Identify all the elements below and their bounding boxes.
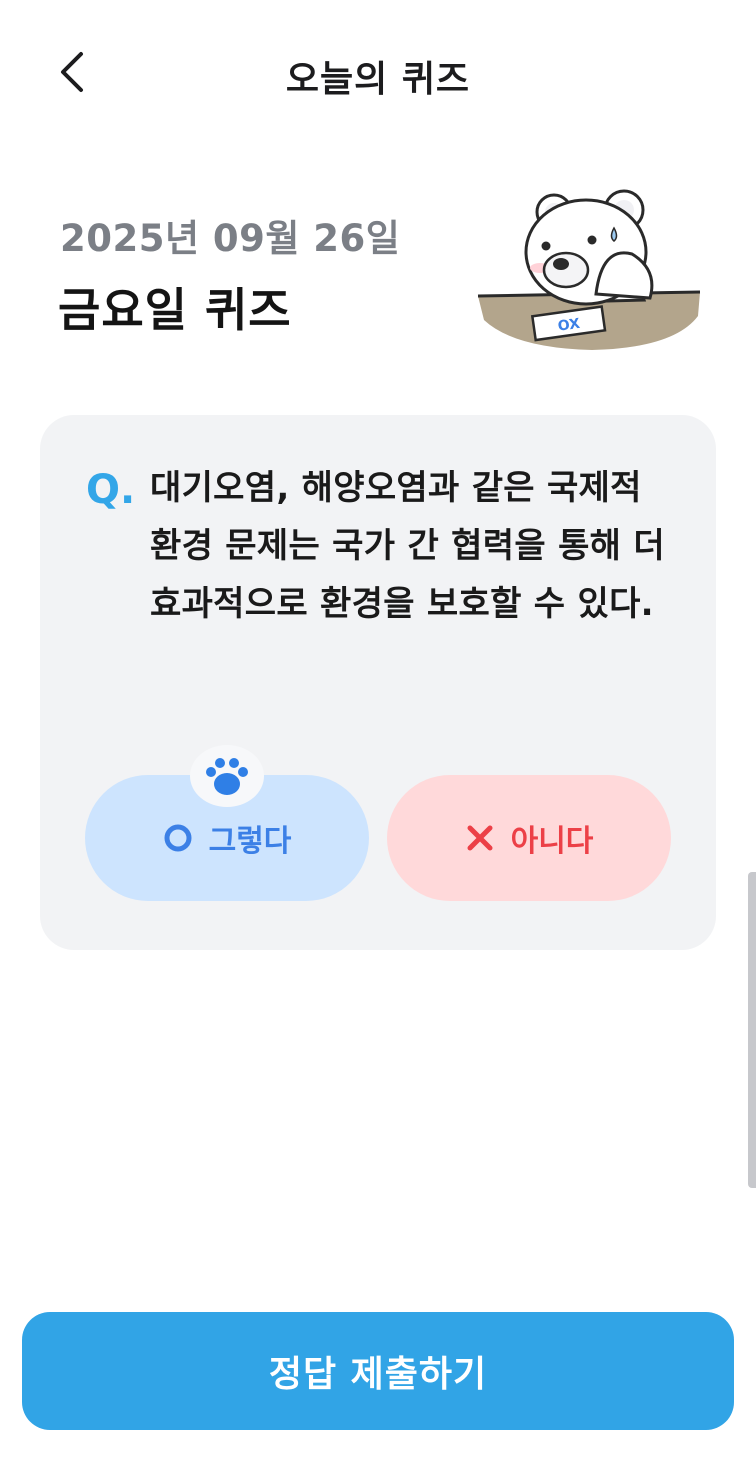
page-title: 오늘의 퀴즈: [285, 59, 471, 100]
top-bar: 오늘의 퀴즈: [0, 0, 756, 145]
quiz-date: 2025년 09월 26일: [60, 217, 401, 260]
answer-no-label: 아니다: [510, 824, 594, 859]
question-text: 대기오염, 해양오염과 같은 국제적 환경 문제는 국가 간 협력을 통해 더 …: [150, 468, 665, 624]
x-mark-icon: [467, 825, 493, 851]
scrollbar[interactable]: [748, 872, 756, 1188]
quiz-day-title: 금요일 퀴즈: [58, 283, 292, 337]
paper-ox-text: OX: [557, 316, 581, 335]
answer-no-button[interactable]: 아니다: [387, 775, 671, 901]
paw-icon: [206, 758, 248, 795]
selection-paw-badge: [190, 745, 264, 807]
question-card: Q. 대기오염, 해양오염과 같은 국제적 환경 문제는 국가 간 협력을 통해…: [40, 415, 716, 950]
answer-yes-label: 그렇다: [208, 824, 292, 859]
bear-mascot-illustration: OX: [477, 189, 701, 350]
question-prefix: Q.: [86, 467, 136, 513]
circle-o-icon: [164, 824, 192, 852]
submit-answer-button[interactable]: 정답 제출하기: [22, 1312, 734, 1430]
